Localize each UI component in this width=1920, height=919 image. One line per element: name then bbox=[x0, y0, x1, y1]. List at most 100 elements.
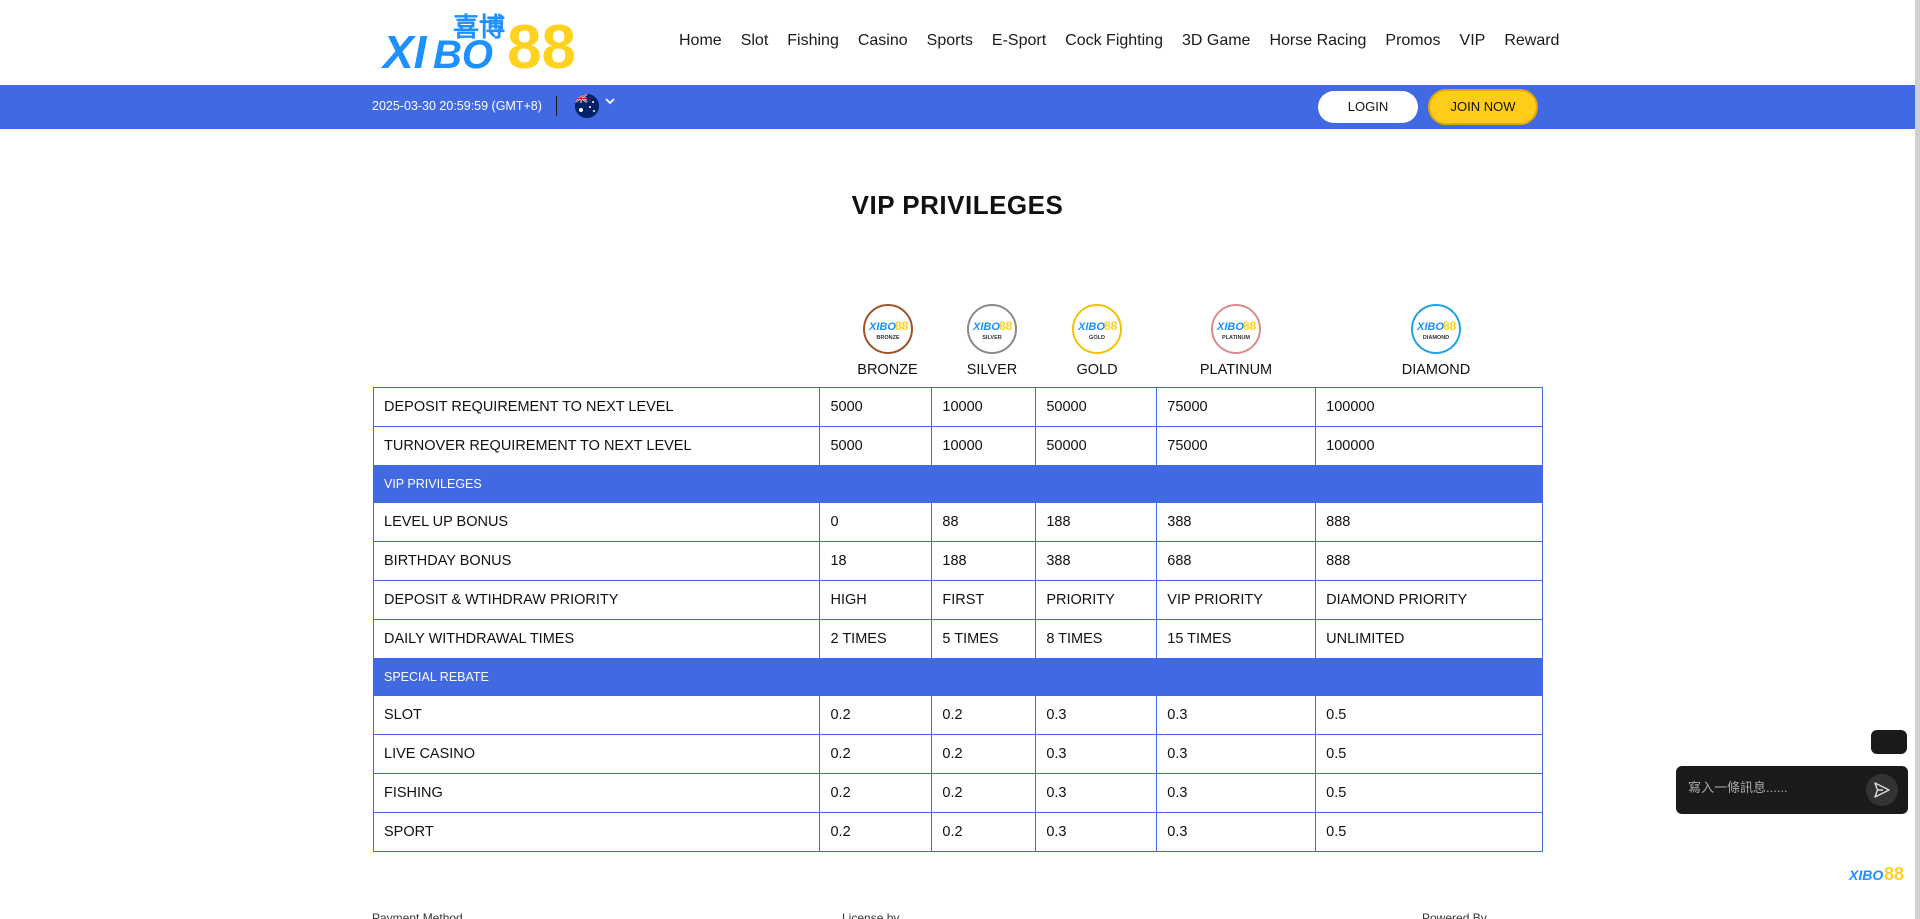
section-header: VIP PRIVILEGES bbox=[373, 465, 1543, 503]
svg-text:88: 88 bbox=[1243, 319, 1257, 333]
table-cell: 10000 bbox=[931, 426, 1037, 466]
top-bar: 2025-03-30 20:59:59 (GMT+8) LOGIN JOIN N… bbox=[0, 85, 1920, 129]
tier-platinum: XIBO 88 PLATINUM PLATINUM bbox=[1180, 304, 1292, 378]
table-cell: 0 bbox=[819, 502, 933, 542]
nav-item-3d-game[interactable]: 3D Game bbox=[1182, 32, 1250, 50]
table-row: SLOT 0.2 0.2 0.3 0.3 0.5 bbox=[372, 695, 1543, 735]
section-header: SPECIAL REBATE bbox=[373, 658, 1543, 696]
site-header: XI BO 喜博 88 Home Slot Fishing Casino Sports E… bbox=[0, 0, 1920, 85]
tier-name: PLATINUM bbox=[1199, 362, 1273, 378]
table-cell: 8 TIMES bbox=[1035, 619, 1158, 659]
tier-silver: XIBO 88 SILVER SILVER bbox=[960, 304, 1024, 378]
svg-text:XIBO: XIBO bbox=[1416, 321, 1444, 333]
tier-diamond: XIBO 88 DIAMOND DIAMOND bbox=[1375, 304, 1497, 378]
table-row: DEPOSIT REQUIREMENT TO NEXT LEVEL 5000 100… bbox=[372, 387, 1543, 427]
nav-item-casino[interactable]: Casino bbox=[858, 32, 908, 50]
site-logo[interactable]: XI BO 喜博 88 bbox=[379, 8, 605, 74]
table-cell: HIGH bbox=[819, 580, 933, 620]
table-cell: UNLIMITED bbox=[1315, 619, 1543, 659]
nav-item-slot[interactable]: Slot bbox=[741, 32, 769, 50]
tier-name: SILVER bbox=[966, 362, 1018, 378]
svg-text:88: 88 bbox=[507, 13, 576, 74]
table-cell: 388 bbox=[1035, 541, 1158, 581]
table-cell: 100000 bbox=[1315, 387, 1543, 427]
svg-text:88: 88 bbox=[1104, 319, 1118, 333]
table-cell: 188 bbox=[931, 541, 1037, 581]
datetime-display: 2025-03-30 20:59:59 (GMT+8) bbox=[372, 99, 542, 113]
table-row: DEPOSIT & WTIHDRAW PRIORITY HIGH FIRST PRIO… bbox=[372, 580, 1543, 620]
table-cell: 5000 bbox=[819, 426, 933, 466]
row-label: SLOT bbox=[372, 695, 821, 735]
tier-badge-icon: XIBO 88 PLATINUM bbox=[1211, 304, 1261, 354]
table-row: TURNOVER REQUIREMENT TO NEXT LEVEL 5000 10… bbox=[372, 426, 1543, 466]
table-cell: 0.5 bbox=[1315, 695, 1543, 735]
table-cell: 0.5 bbox=[1315, 734, 1543, 774]
nav-item-horse-racing[interactable]: Horse Racing bbox=[1269, 32, 1366, 50]
nav-item-vip[interactable]: VIP bbox=[1460, 32, 1486, 50]
table-cell: 0.3 bbox=[1156, 695, 1317, 735]
svg-text:88: 88 bbox=[999, 319, 1013, 333]
nav-item-home[interactable]: Home bbox=[679, 32, 722, 50]
chevron-down-icon[interactable] bbox=[604, 95, 616, 110]
tier-badge-label: GOLD bbox=[1089, 335, 1105, 341]
nav-item-cock-fighting[interactable]: Cock Fighting bbox=[1065, 32, 1163, 50]
table-cell: DIAMOND PRIORITY bbox=[1315, 580, 1543, 620]
tier-badge-icon: XIBO 88 DIAMOND bbox=[1411, 304, 1461, 354]
table-cell: 75000 bbox=[1156, 426, 1317, 466]
row-label: LEVEL UP BONUS bbox=[372, 502, 821, 542]
tier-bronze: XIBO 88 BRONZE BRONZE bbox=[844, 304, 931, 378]
table-cell: 0.2 bbox=[819, 773, 933, 813]
tier-badge-label: DIAMOND bbox=[1423, 335, 1449, 341]
page-scrollbar[interactable] bbox=[1915, 0, 1920, 919]
nav-item-sports[interactable]: Sports bbox=[927, 32, 973, 50]
row-label: BIRTHDAY BONUS bbox=[372, 541, 821, 581]
chat-box bbox=[1676, 766, 1908, 814]
australia-flag-icon[interactable] bbox=[575, 94, 599, 118]
row-label: DAILY WITHDRAWAL TIMES bbox=[372, 619, 821, 659]
table-cell: 88 bbox=[931, 502, 1037, 542]
xibo88-logo-icon: XI BO 喜博 88 bbox=[380, 13, 576, 74]
section-header-row: SPECIAL REBATE bbox=[373, 658, 1543, 696]
send-icon[interactable] bbox=[1866, 774, 1898, 806]
powered-by-label: Powered By bbox=[1422, 911, 1487, 919]
row-label: DEPOSIT REQUIREMENT TO NEXT LEVEL bbox=[372, 387, 821, 427]
join-now-button[interactable]: JOIN NOW bbox=[1428, 89, 1538, 125]
svg-text:XIBO: XIBO bbox=[972, 321, 1000, 333]
section-header-row: VIP PRIVILEGES bbox=[373, 465, 1543, 503]
svg-text:88: 88 bbox=[1884, 864, 1904, 884]
nav-item-fishing[interactable]: Fishing bbox=[787, 32, 839, 50]
row-label: LIVE CASINO bbox=[372, 734, 821, 774]
svg-text:XIBO: XIBO bbox=[1848, 867, 1883, 883]
table-cell: 75000 bbox=[1156, 387, 1317, 427]
tier-badge-label: SILVER bbox=[982, 335, 1001, 341]
nav-item-promos[interactable]: Promos bbox=[1385, 32, 1440, 50]
svg-text:88: 88 bbox=[1443, 319, 1457, 333]
nav-item-e-sport[interactable]: E-Sport bbox=[992, 32, 1046, 50]
chat-logo-icon[interactable]: XIBO 88 bbox=[1848, 858, 1906, 888]
svg-text:XIBO: XIBO bbox=[1077, 321, 1105, 333]
tier-badge-label: BRONZE bbox=[876, 335, 900, 341]
login-button[interactable]: LOGIN bbox=[1318, 91, 1418, 123]
chat-message-input[interactable] bbox=[1688, 780, 1858, 795]
divider bbox=[556, 96, 557, 116]
row-label: TURNOVER REQUIREMENT TO NEXT LEVEL bbox=[372, 426, 821, 466]
table-cell: 0.2 bbox=[931, 734, 1037, 774]
nav-item-reward[interactable]: Reward bbox=[1504, 32, 1559, 50]
table-cell: 188 bbox=[1035, 502, 1158, 542]
main-nav: Home Slot Fishing Casino Sports E-Sport Cock F… bbox=[679, 32, 1578, 50]
tier-badge-icon: XIBO 88 GOLD bbox=[1072, 304, 1122, 354]
svg-text:XIBO: XIBO bbox=[868, 321, 896, 333]
svg-text:XI: XI bbox=[380, 26, 428, 74]
svg-text:88: 88 bbox=[895, 319, 909, 333]
table-cell: 0.2 bbox=[931, 773, 1037, 813]
tier-badge-label: PLATINUM bbox=[1222, 335, 1250, 341]
table-cell: 0.3 bbox=[1035, 734, 1158, 774]
chat-toggle-button[interactable] bbox=[1871, 730, 1907, 754]
table-row: SPORT 0.2 0.2 0.3 0.3 0.5 bbox=[372, 812, 1543, 852]
row-label: FISHING bbox=[372, 773, 821, 813]
vip-table: DEPOSIT REQUIREMENT TO NEXT LEVEL 5000 100… bbox=[372, 387, 1543, 852]
tier-badge-icon: XIBO 88 BRONZE bbox=[862, 304, 913, 354]
table-cell: 18 bbox=[819, 541, 933, 581]
table-row: LEVEL UP BONUS 0 88 188 388 888 bbox=[372, 502, 1543, 542]
table-cell: 0.2 bbox=[931, 812, 1037, 852]
